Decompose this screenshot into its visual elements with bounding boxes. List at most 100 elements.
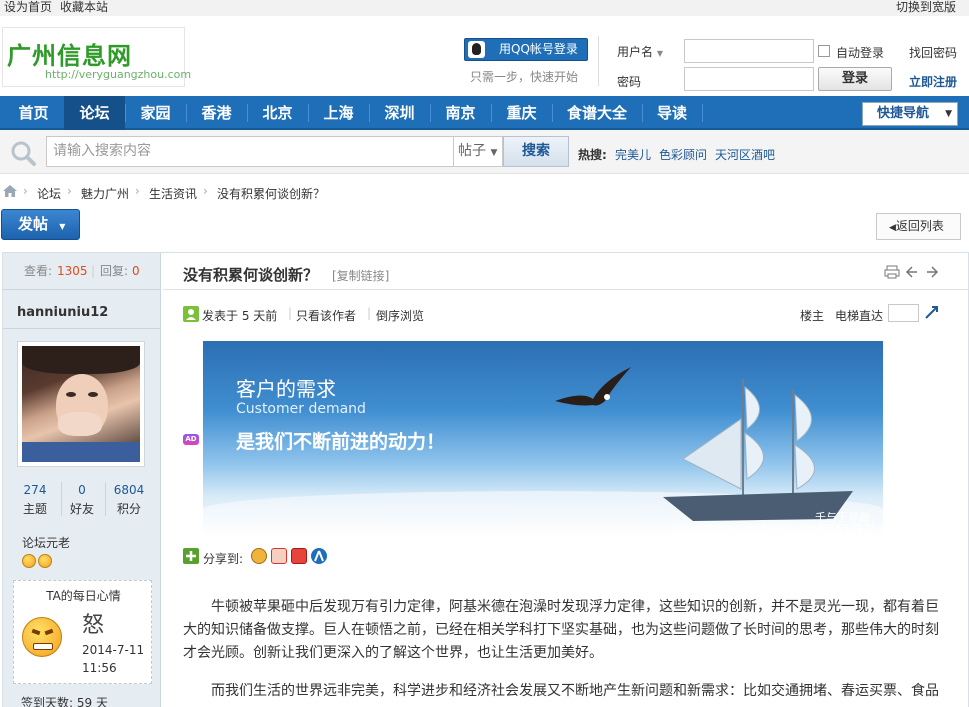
qq-icon [468, 41, 485, 58]
next-thread-icon[interactable] [925, 265, 939, 279]
nav-item-shenzhen[interactable]: 深圳 [369, 96, 430, 130]
go-arrow-icon[interactable] [924, 304, 940, 320]
password-label: 密码 [617, 75, 642, 89]
qzone-share-icon[interactable] [251, 548, 267, 564]
register-link[interactable]: 立即注册 [909, 73, 957, 90]
main-nav: 首页 论坛 家园 香港 北京 上海 深圳 南京 重庆 食谱大全 导读 [0, 96, 969, 130]
avatar [22, 346, 140, 462]
nav-item-shanghai[interactable]: 上海 [308, 96, 369, 130]
jump-floor-input[interactable] [888, 304, 919, 322]
username-label[interactable]: 用户名 ▼ [617, 43, 663, 60]
banner-line1: 客户的需求 [236, 377, 336, 401]
daily-mood-box: TA的每日心情 怒 2014-7-11 11:56 [13, 580, 152, 684]
search-type-select[interactable]: 帖子 ▼ [453, 136, 503, 167]
breadcrumb-section[interactable]: 魅力广州 [81, 185, 129, 202]
auto-login-checkbox[interactable] [818, 45, 830, 57]
chevron-down-icon: ▼ [945, 109, 952, 119]
post-time: 发表于 5 天前 [202, 309, 278, 323]
breadcrumb-current: 没有积累何谈创新？ [217, 187, 326, 201]
nav-item-chongqing[interactable]: 重庆 [491, 96, 552, 130]
banner-line3: 是我们不断前进的动力！ [236, 431, 446, 453]
share-label: 分享到: [203, 552, 244, 566]
breadcrumb-sep-icon: › [67, 184, 72, 198]
mood-time: 11:56 [82, 661, 117, 675]
mood-text: 怒 [82, 613, 105, 638]
quick-nav-dropdown[interactable]: 快捷导航 ▼ [862, 102, 958, 126]
ad-badge-icon: AD [183, 434, 199, 445]
home-icon[interactable] [2, 184, 18, 198]
chevron-down-icon: ▼ [490, 148, 498, 158]
breadcrumb-sep-icon: › [135, 184, 140, 198]
breadcrumb-forum[interactable]: 论坛 [37, 185, 61, 202]
password-input[interactable] [684, 67, 814, 91]
username-input[interactable] [684, 39, 814, 63]
prev-thread-icon[interactable] [905, 265, 919, 279]
logo-url: http://veryguangzhou.com [45, 68, 192, 81]
search-icon [9, 140, 39, 166]
search-input[interactable]: 请输入搜索内容 [46, 136, 454, 167]
views-count: 1305 [57, 264, 88, 278]
nav-item-hongkong[interactable]: 香港 [186, 96, 247, 130]
sign-days: 签到天数: 59 天 [21, 696, 108, 707]
nav-item-home[interactable]: 首页 [3, 96, 64, 130]
replies-count: 0 [132, 264, 140, 278]
weibo-share-icon[interactable] [271, 548, 287, 564]
eagle-icon [555, 367, 631, 406]
stat-friends[interactable]: 0 好友 [66, 483, 98, 517]
mood-date: 2014-7-11 [82, 643, 145, 657]
hot-link-2[interactable]: 色彩顾问 [659, 146, 707, 163]
banner-image: 客户的需求 Customer demand 是我们不断前进的动力！ 千与千寻啟 … [203, 341, 883, 537]
only-author-link[interactable]: 只看该作者 [296, 307, 356, 324]
post-paragraph-1: 牛顿被苹果砸中后发现万有引力定律，阿基米德在泡澡时发现浮力定律，这些知识的创新，… [183, 599, 939, 661]
print-icon[interactable] [884, 265, 900, 279]
stat-points[interactable]: 6804 积分 [112, 483, 146, 517]
breadcrumb-subsection[interactable]: 生活资讯 [149, 185, 197, 202]
author-status-icon [183, 306, 199, 322]
author-name[interactable]: hanniuniu12 [17, 305, 108, 320]
chevron-down-icon: ▼ [59, 222, 66, 231]
forgot-password-link[interactable]: 找回密码 [909, 44, 957, 61]
nav-item-nanjing[interactable]: 南京 [430, 96, 491, 130]
rank-star-icon [38, 554, 52, 568]
hot-link-1[interactable]: 完美儿 [615, 146, 651, 163]
switch-wide-link[interactable]: 切换到宽版 [896, 0, 956, 14]
thread-stats: 查看: 1305 | 回复: 0 [3, 253, 161, 290]
nav-item-guide[interactable]: 导读 [642, 96, 702, 130]
nav-item-home-space[interactable]: 家园 [125, 96, 186, 130]
back-to-list-button[interactable]: ◀返回列表 [876, 213, 961, 240]
breadcrumb-sep-icon: › [23, 184, 28, 198]
top-bar: 设为首页 收藏本站 切换到宽版 [0, 0, 969, 16]
nav-item-forum[interactable]: 论坛 [64, 96, 125, 130]
search-button[interactable]: 搜索 [503, 136, 569, 167]
hot-link-3[interactable]: 天河区酒吧 [715, 146, 775, 163]
login-button[interactable]: 登录 [818, 67, 892, 91]
stat-topics[interactable]: 274 主题 [19, 483, 51, 517]
renren-share-icon[interactable] [291, 548, 307, 564]
auto-login-label: 自动登录 [836, 46, 885, 60]
nav-item-beijing[interactable]: 北京 [247, 96, 308, 130]
breadcrumb-sep-icon: › [203, 184, 208, 198]
pengyou-share-icon[interactable] [311, 548, 327, 564]
qq-login-label: 用QQ帐号登录 [499, 42, 578, 56]
jump-label: 电梯直达 [835, 309, 884, 323]
copy-link[interactable]: [复制链接] [332, 267, 389, 284]
qq-login-button[interactable]: 用QQ帐号登录 [464, 38, 588, 61]
reverse-order-link[interactable]: 倒序浏览 [376, 307, 424, 324]
header-divider [598, 36, 599, 86]
hot-search-label: 热搜: [578, 148, 607, 162]
avatar-frame[interactable] [17, 341, 145, 467]
chevron-left-icon: ◀ [889, 223, 896, 233]
set-home-link[interactable]: 设为首页 [4, 0, 52, 14]
banner-credit-2: http://home.zhubajie.com/6565722/ [676, 522, 875, 535]
chevron-down-icon: ▼ [656, 49, 663, 58]
site-logo[interactable]: 广州信息网 http://veryguangzhou.com [2, 27, 191, 87]
bookmark-link[interactable]: 收藏本站 [60, 0, 108, 14]
nav-item-recipes[interactable]: 食谱大全 [552, 96, 642, 130]
thread-title: 没有积累何谈创新？ [183, 266, 319, 284]
angry-face-icon [22, 617, 62, 657]
post-button[interactable]: 发帖 ▼ [1, 209, 80, 240]
qq-login-note: 只需一步，快速开始 [470, 70, 579, 84]
rank-star-icon [22, 554, 36, 568]
plus-icon[interactable] [183, 548, 199, 564]
sailing-ship-icon [663, 379, 853, 521]
